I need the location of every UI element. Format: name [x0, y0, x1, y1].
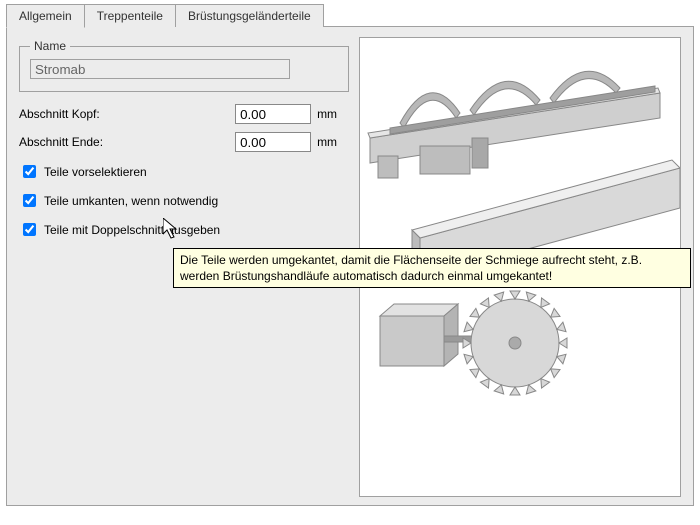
input-abschnitt-ende[interactable]: [235, 132, 311, 152]
input-abschnitt-kopf[interactable]: [235, 104, 311, 124]
tab-treppenteile[interactable]: Treppenteile: [84, 4, 176, 27]
unit-mm: mm: [317, 107, 349, 121]
tab-bruestungsgelaenderteile[interactable]: Brüstungsgeländerteile: [175, 4, 324, 27]
name-input[interactable]: [30, 59, 290, 79]
tab-label: Treppenteile: [97, 9, 163, 23]
label-abschnitt-kopf: Abschnitt Kopf:: [19, 107, 235, 121]
check-label: Teile umkanten, wenn notwendig: [44, 194, 218, 208]
tooltip-text: Die Teile werden umgekantet, damit die F…: [180, 253, 642, 283]
check-label: Teile vorselektieren: [44, 165, 147, 179]
label-abschnitt-ende: Abschnitt Ende:: [19, 135, 235, 149]
tab-label: Brüstungsgeländerteile: [188, 9, 311, 23]
tab-allgemein[interactable]: Allgemein: [6, 4, 85, 28]
tab-label: Allgemein: [19, 9, 72, 23]
check-row-doppelschnitt[interactable]: Teile mit Doppelschnitt ausgeben: [19, 220, 349, 239]
check-doppelschnitt[interactable]: [23, 223, 36, 236]
tooltip-umkanten: Die Teile werden umgekantet, damit die F…: [173, 248, 691, 288]
check-umkanten[interactable]: [23, 194, 36, 207]
tab-strip: Allgemein Treppenteile Brüstungsgeländer…: [6, 4, 694, 27]
check-vorselektieren[interactable]: [23, 165, 36, 178]
check-label: Teile mit Doppelschnitt ausgeben: [44, 223, 220, 237]
check-row-umkanten[interactable]: Teile umkanten, wenn notwendig: [19, 191, 349, 210]
name-legend: Name: [30, 39, 70, 53]
unit-mm: mm: [317, 135, 349, 149]
check-row-vorselektieren[interactable]: Teile vorselektieren: [19, 162, 349, 181]
name-groupbox: Name: [19, 39, 349, 92]
